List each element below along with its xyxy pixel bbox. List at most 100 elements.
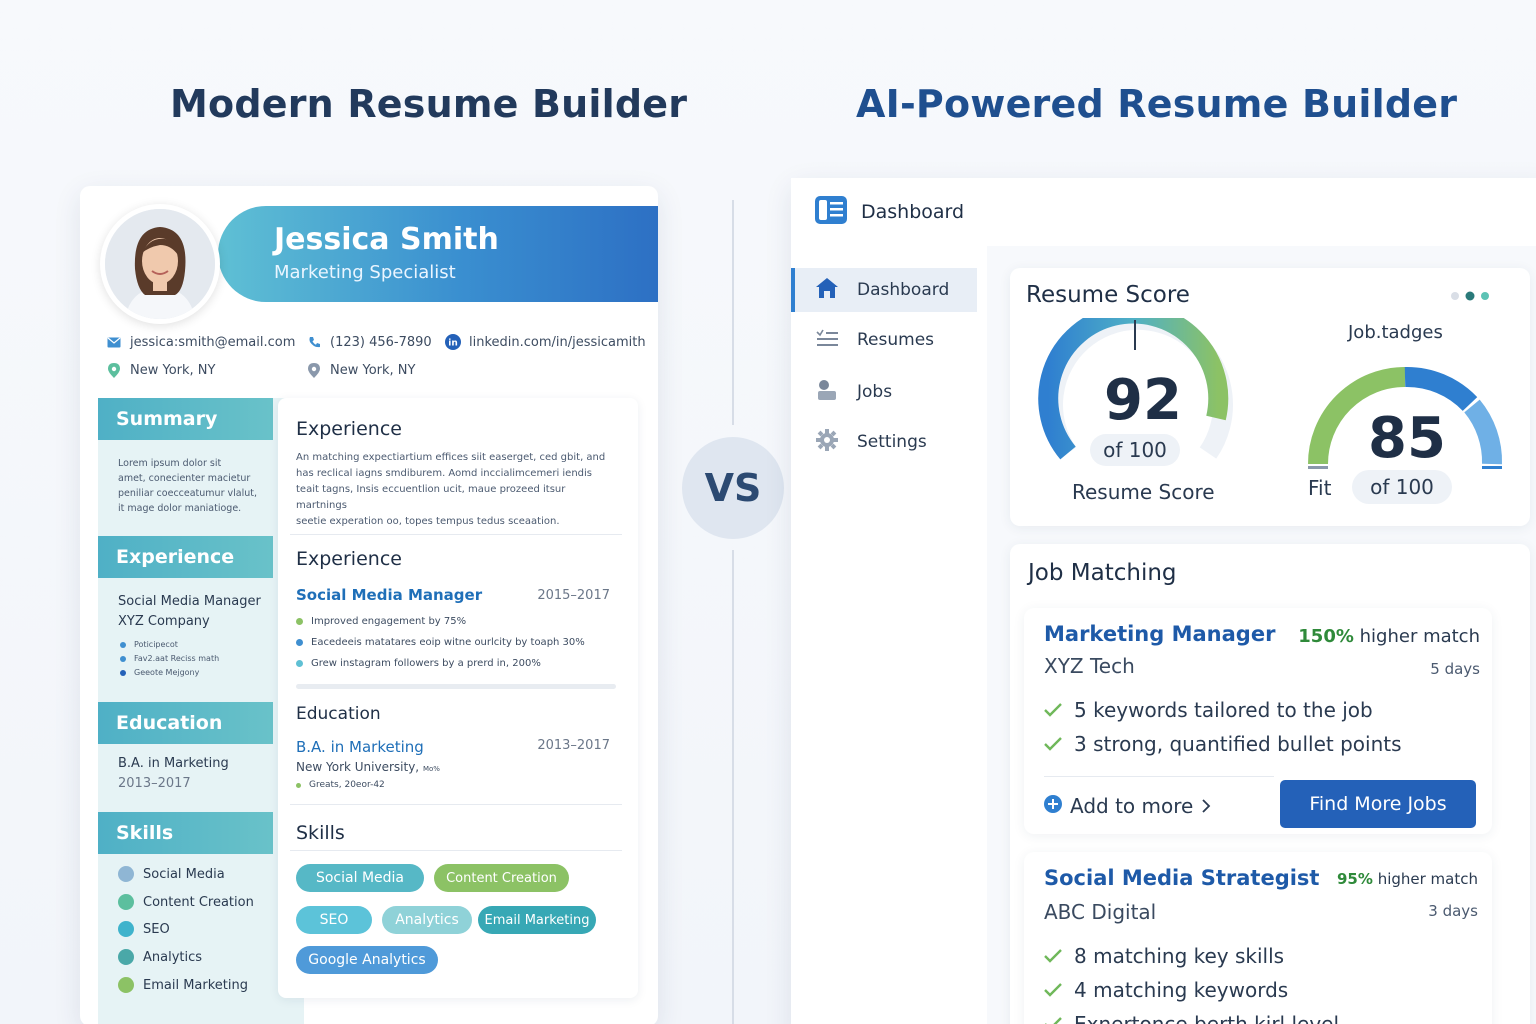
- skill-chip[interactable]: Email Marketing: [478, 906, 596, 934]
- contact-phone[interactable]: (123) 456-7890: [306, 334, 432, 350]
- sidebar-skill: Content Creation: [118, 894, 254, 910]
- list-icon: [815, 328, 839, 353]
- degree-title: B.A. in Marketing: [296, 738, 424, 756]
- resume-score-title: Resume Score: [1026, 282, 1190, 308]
- sidebar-summary-heading: Summary: [98, 398, 273, 440]
- sidebar-experience-role: Social Media Manager: [118, 594, 261, 609]
- more-dots-icon[interactable]: [1450, 290, 1492, 302]
- header-strip: [987, 178, 1536, 246]
- dashboard-header: Dashboard: [791, 178, 987, 246]
- separator: [296, 684, 616, 689]
- dashboard-sidebar: Dashboard Resumes Jobs Settings: [791, 246, 987, 1024]
- divider-bottom: [732, 550, 734, 1024]
- job-match-item[interactable]: Social Media Strategist 95% higher match…: [1024, 852, 1492, 1024]
- mail-icon: [106, 334, 122, 350]
- grad-bullet: Greats, 20eor-42: [296, 780, 385, 790]
- name-banner: Jessica Smith Marketing Specialist: [218, 206, 658, 302]
- phone-icon: [306, 334, 322, 350]
- phone-text: (123) 456-7890: [330, 334, 432, 350]
- nav-item-settings[interactable]: Settings: [791, 420, 977, 464]
- main-experience-heading-2: Experience: [296, 548, 402, 570]
- sidebar-education: B.A. in Marketing 2013–2017: [118, 754, 229, 794]
- match-role: Marketing Manager: [1044, 622, 1276, 646]
- sidebar-experience-bullets: Poticipecot Fav2.aat Reciss math Geeote …: [120, 638, 219, 680]
- skill-chip[interactable]: Analytics: [382, 906, 472, 934]
- chevron-right-icon: [1201, 794, 1211, 818]
- email-text: jessica:smith@email.com: [130, 334, 296, 350]
- sidebar-skill: Social Media: [118, 866, 225, 882]
- sidebar-experience-heading: Experience: [98, 536, 273, 578]
- contact-linkedin[interactable]: in linkedin.com/in/jessicamith: [445, 334, 646, 350]
- resume-score-of: of 100: [1090, 434, 1180, 466]
- job-title: Social Media Manager: [296, 586, 483, 604]
- resume-score-label: Resume Score: [1072, 480, 1215, 504]
- skill-dot: [118, 949, 134, 965]
- nav-item-dashboard[interactable]: Dashboard: [791, 268, 977, 312]
- separator: [290, 534, 622, 535]
- sidebar-skill: Email Marketing: [118, 977, 248, 993]
- location-text-1: New York, NY: [130, 362, 216, 378]
- skill-chip[interactable]: SEO: [296, 906, 372, 934]
- job-bullet: Improved engagement by 75%: [296, 616, 466, 627]
- contact-email[interactable]: jessica:smith@email.com: [106, 334, 295, 350]
- match-company: ABC Digital: [1044, 900, 1157, 924]
- skill-dot: [118, 921, 134, 937]
- skill-dot: [118, 866, 134, 882]
- match-percentage: 95% higher match: [1337, 870, 1478, 888]
- job-bullet: Eacedeeis matatares eoip witne ourlcity …: [296, 637, 585, 648]
- resume-name: Jessica Smith: [274, 222, 499, 257]
- right-heading: AI-Powered Resume Builder: [856, 82, 1458, 126]
- summary-text: Lorem ipsum dolor sit amet, conecienter …: [118, 458, 257, 514]
- sidebar-skill: Analytics: [118, 949, 202, 965]
- separator: [1044, 776, 1274, 777]
- gear-icon: [815, 428, 839, 457]
- svg-text:in: in: [448, 339, 458, 349]
- nav-item-resumes[interactable]: Resumes: [791, 318, 977, 362]
- sidebar-education-years: 2013–2017: [118, 776, 191, 791]
- find-more-jobs-button[interactable]: Find More Jobs: [1280, 780, 1476, 828]
- sidebar-experience-company: XYZ Company: [118, 614, 210, 629]
- skill-chip[interactable]: Social Media: [296, 864, 424, 892]
- divider-top: [732, 200, 734, 425]
- match-check-item: 3 strong, quantified bullet points: [1044, 732, 1402, 756]
- separator: [290, 850, 622, 851]
- add-to-more-link[interactable]: Add to more: [1044, 794, 1211, 818]
- resume-score-value: 92: [1104, 368, 1182, 433]
- job-bullet: Grew instagram followers by a prerd in, …: [296, 658, 541, 669]
- main-education-heading: Education: [296, 704, 381, 724]
- sidebar-skills-heading: Skills: [98, 812, 273, 854]
- separator: [290, 804, 622, 805]
- sidebar-education-heading: Education: [98, 702, 273, 744]
- location-text-2: New York, NY: [330, 362, 416, 378]
- job-years: 2015–2017: [537, 588, 610, 603]
- match-check-item: 5 keywords tailored to the job: [1044, 698, 1373, 722]
- resume-score-card: Resume Score 92 of 100 Resume Score Job.…: [1010, 268, 1530, 526]
- degree-years: 2013–2017: [537, 738, 610, 753]
- location-pin-icon: [306, 362, 322, 378]
- user-icon: [815, 379, 839, 406]
- skill-chip[interactable]: Google Analytics: [296, 946, 438, 974]
- job-matching-title: Job Matching: [1028, 560, 1177, 586]
- dashboard-header-title: Dashboard: [861, 201, 965, 223]
- person-avatar-icon: [105, 209, 215, 319]
- sidebar-experience: Social Media Manager XYZ Company: [118, 592, 261, 632]
- match-check-item: Exnertonce berth kirl level: [1044, 1012, 1339, 1024]
- nav-item-jobs[interactable]: Jobs: [791, 370, 977, 414]
- sidebar-skill: SEO: [118, 921, 170, 937]
- job-match-item[interactable]: Marketing Manager 150% higher match XYZ …: [1024, 608, 1492, 834]
- skill-chip[interactable]: Content Creation: [434, 864, 569, 892]
- match-role: Social Media Strategist: [1044, 866, 1320, 890]
- resume-title: Marketing Specialist: [274, 262, 456, 283]
- check-icon: [1044, 1012, 1062, 1024]
- job-badges-title: Job.tadges: [1348, 322, 1443, 343]
- match-company: XYZ Tech: [1044, 654, 1135, 678]
- linkedin-icon: in: [445, 334, 461, 350]
- resume-sidebar: Summary Lorem ipsum dolor sit amet, cone…: [98, 398, 304, 1024]
- plus-circle-icon: [1044, 794, 1062, 818]
- left-heading: Modern Resume Builder: [170, 82, 688, 126]
- resume-card: Jessica Smith Marketing Specialist jessi…: [80, 186, 658, 1024]
- fit-of: of 100: [1352, 470, 1452, 504]
- sidebar-education-degree: B.A. in Marketing: [118, 756, 229, 771]
- match-check-item: 4 matching keywords: [1044, 978, 1288, 1002]
- dashboard-logo-icon: [815, 195, 847, 229]
